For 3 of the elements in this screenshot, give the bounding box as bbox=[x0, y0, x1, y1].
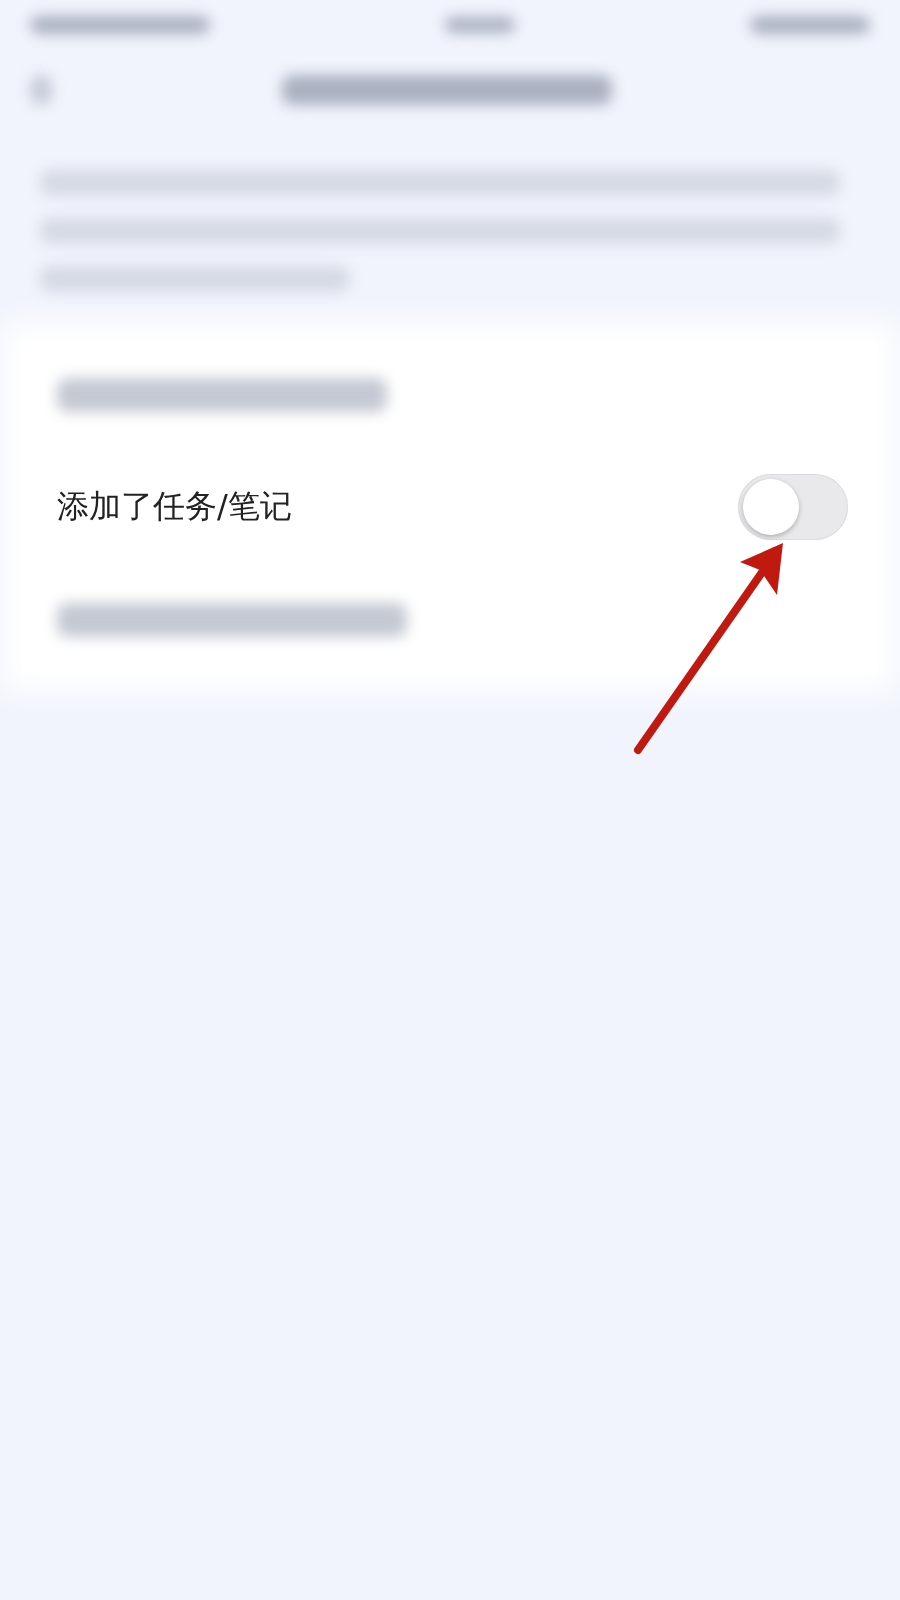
blurred-icon bbox=[30, 75, 52, 105]
blurred-text bbox=[445, 17, 515, 33]
setting-label: 添加了任务/笔记 bbox=[57, 486, 292, 527]
